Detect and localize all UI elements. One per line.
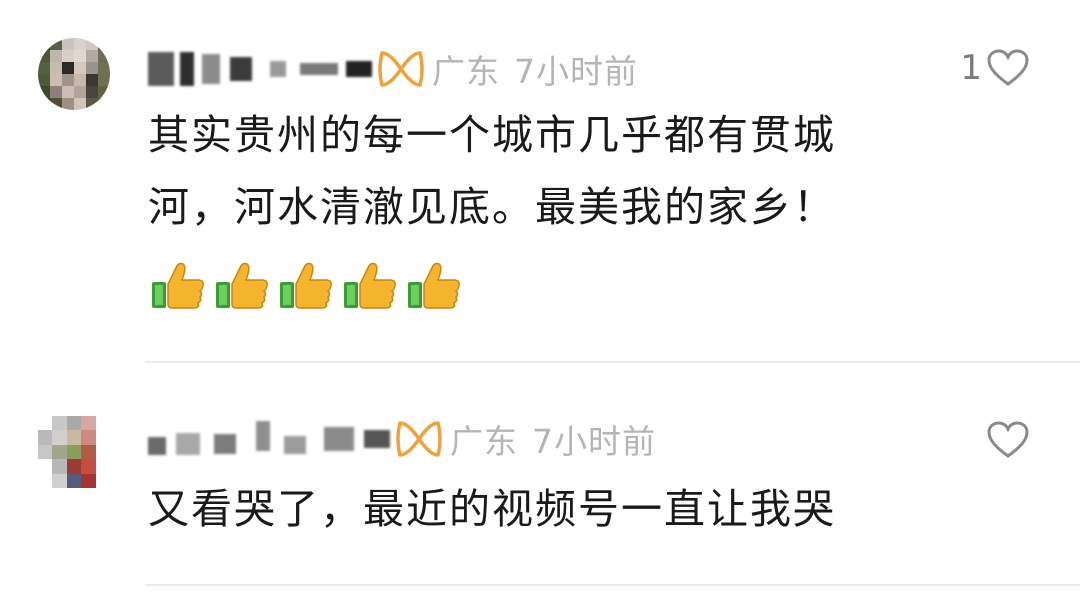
comment-meta: 广东 7小时前 bbox=[148, 414, 656, 464]
comment-text-line: 河，河水清澈见底。最美我的家乡！ bbox=[148, 183, 836, 231]
thumbs-up-icon bbox=[344, 262, 396, 309]
username-blurred[interactable] bbox=[148, 414, 390, 464]
like-button[interactable]: 1 bbox=[960, 48, 1030, 88]
like-button[interactable] bbox=[982, 420, 1030, 460]
thumbs-up-icon bbox=[280, 262, 332, 309]
comment-location: 广东 bbox=[450, 422, 518, 461]
avatar[interactable] bbox=[38, 416, 110, 488]
heart-icon bbox=[987, 421, 1029, 458]
comment-text-line: 其实贵州的每一个城市几乎都有贯城 bbox=[148, 111, 836, 159]
emoji-row bbox=[150, 256, 462, 312]
comment-item: 广东 7小时前 1 其实贵州的每一个城市几乎都有贯城 河，河水清澈见底。最美我的… bbox=[0, 0, 1080, 360]
comment-text-line: 又看哭了，最近的视频号一直让我哭 bbox=[148, 485, 836, 533]
badge-icon bbox=[396, 421, 442, 457]
heart-icon bbox=[987, 49, 1029, 86]
comment-time: 7小时前 bbox=[532, 422, 656, 461]
badge-icon bbox=[378, 51, 424, 87]
username-blurred[interactable] bbox=[148, 44, 372, 94]
comment-location: 广东 bbox=[432, 52, 500, 91]
like-count: 1 bbox=[960, 48, 982, 88]
comment-meta: 广东 7小时前 bbox=[148, 44, 638, 94]
comment-item: 广东 7小时前 又看哭了，最近的视频号一直让我哭 bbox=[0, 362, 1080, 582]
comment-divider bbox=[145, 584, 1080, 586]
avatar[interactable] bbox=[38, 38, 110, 110]
comment-time: 7小时前 bbox=[514, 52, 638, 91]
thumbs-up-icon bbox=[408, 262, 460, 309]
thumbs-up-icon bbox=[216, 262, 268, 309]
thumbs-up-icon bbox=[152, 262, 204, 309]
